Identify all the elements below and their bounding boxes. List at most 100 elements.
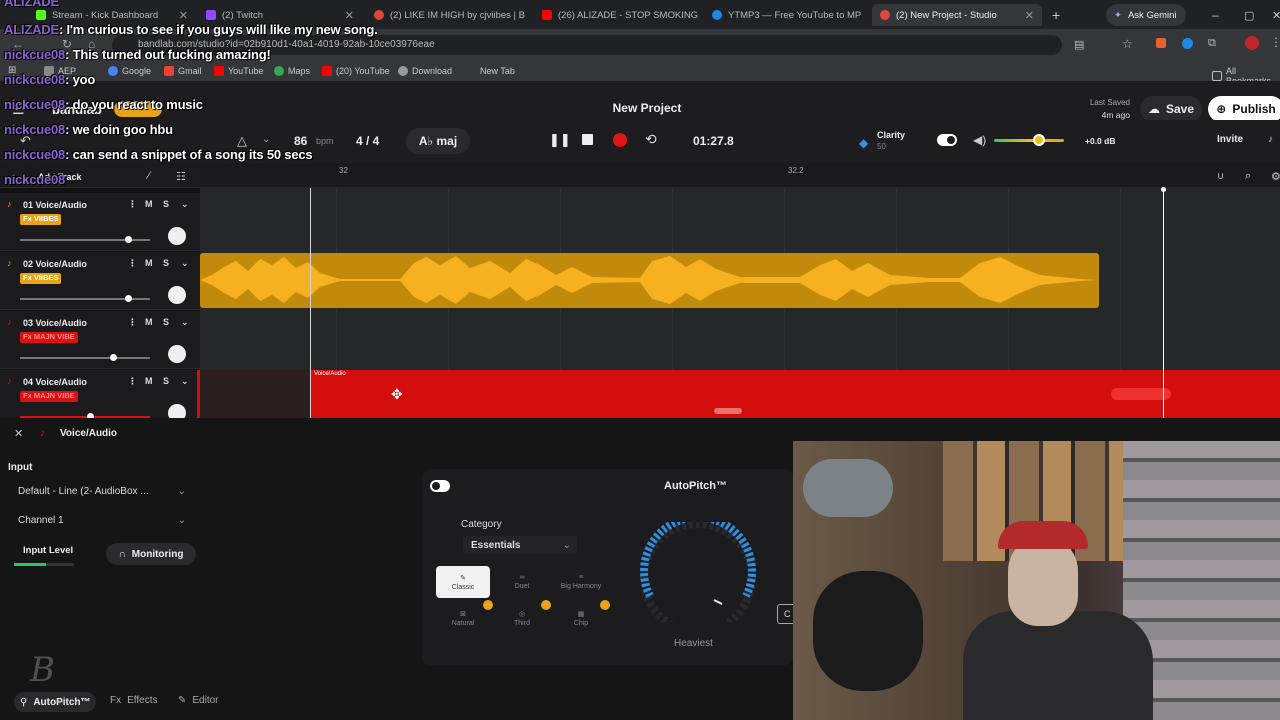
maximize-button[interactable]: ▢ [1236,4,1262,26]
close-icon[interactable]: ✕ [1025,9,1034,22]
chevron-down-icon[interactable]: ⌄ [181,317,189,328]
mute-button[interactable]: M [145,376,153,386]
autopitch-toggle[interactable] [430,480,450,492]
magnet-icon[interactable]: ∪ [1217,171,1224,182]
settings-icon[interactable]: ⚙ [1271,170,1280,183]
style-natural[interactable]: ⊠ Natural [436,602,490,634]
playhead[interactable] [310,188,311,418]
stop-button[interactable] [582,134,593,145]
channel-select[interactable]: Channel 1 ⌄ [12,511,186,529]
compare-button[interactable]: C [777,604,793,624]
pause-button[interactable]: ❚❚ [549,132,571,148]
mute-button[interactable]: M [145,199,153,209]
bookmark-maps[interactable]: Maps [274,66,310,76]
track-name[interactable]: 01 Voice/Audio [23,200,87,210]
style-big-harmony[interactable]: ≡ Big Harmony [554,566,608,598]
fx-badge[interactable]: Fx MAJN VIBE [20,332,78,343]
monitoring-button[interactable]: ∩ Monitoring [106,543,196,565]
fx-badge[interactable]: Fx MAJN VIBE [20,391,78,402]
clarity-toggle[interactable] [937,134,957,146]
timeline-ruler[interactable] [200,163,1280,188]
minimize-button[interactable]: – [1204,4,1227,26]
invite-button[interactable]: Invite [1217,134,1243,145]
volume-slider[interactable] [20,295,150,302]
extensions-puzzle-icon[interactable]: ⧉ [1208,37,1216,50]
track-header-1[interactable]: ♪ 01 Voice/Audio Fx VIIBES ⋮ M S ⌄ [0,193,200,251]
zoom-icon[interactable]: ⌕ [1245,170,1251,183]
clip-resize-handle[interactable] [714,408,742,414]
fx-badge[interactable]: Fx VIIBES [20,273,62,284]
bookmark-google[interactable]: Google [108,66,151,76]
chevron-down-icon[interactable]: ⌄ [181,258,189,269]
menu-icon[interactable]: ⋮ [1270,35,1280,49]
close-icon[interactable]: ✕ [179,9,188,22]
loop-end-marker[interactable] [1163,190,1164,418]
kebab-menu-icon[interactable]: ⋮ [128,199,137,210]
tab-effects[interactable]: Fx Effects [110,695,158,706]
tab-new-project[interactable]: (2) New Project - Studio ✕ [872,4,1042,26]
pan-knob[interactable] [168,345,186,363]
bookmark-star-icon[interactable]: ☆ [1122,37,1133,51]
category-select[interactable]: Essentials ⌄ [463,536,577,554]
reading-mode-icon[interactable]: ▤ [1074,38,1084,51]
speaker-icon[interactable]: ◀) [973,133,986,147]
tab-youtube[interactable]: (26) ALIZADE - STOP SMOKING✕ [534,4,700,26]
kebab-menu-icon[interactable]: ⋮ [128,317,137,328]
publish-button[interactable]: ⊕ Publish [1208,96,1280,122]
close-window-button[interactable]: ✕ [1264,4,1280,26]
solo-button[interactable]: S [163,317,169,327]
profile-avatar[interactable] [1245,36,1259,50]
master-volume-slider[interactable] [994,139,1064,142]
loop-button[interactable]: ⟲ [645,131,657,148]
tab-editor[interactable]: ✎ Editor [178,695,219,706]
solo-button[interactable]: S [163,258,169,268]
bookmark-new-tab[interactable]: New Tab [480,66,515,76]
amount-knob[interactable] [636,522,760,622]
tab-ytmp3[interactable]: YTMP3 — Free YouTube to MP✕ [704,4,868,26]
mute-button[interactable]: M [145,317,153,327]
input-device-select[interactable]: Default - Line (2- AudioBox ... ⌄ [12,482,186,500]
tab-autopitch[interactable]: ⚲ AutoPitch™ [14,692,96,712]
bookmark-download[interactable]: Download [398,66,452,76]
audio-clip-track-02[interactable] [200,253,1099,308]
style-duet[interactable]: ∞ Duet [495,566,549,598]
volume-slider[interactable] [20,354,150,361]
new-tab-button[interactable]: + [1044,4,1064,26]
tab-bandlab-song[interactable]: (2) LIKE IM HIGH by cjviibes | B✕ [366,4,530,26]
pan-knob[interactable] [168,227,186,245]
close-icon[interactable]: ✕ [867,9,868,22]
chevron-down-icon[interactable]: ⌄ [181,376,189,387]
ask-gemini-button[interactable]: ✦ Ask Gemini [1106,4,1186,26]
extension-icon[interactable] [1156,38,1166,48]
bookmark-gmail[interactable]: Gmail [164,66,202,76]
chevron-down-icon[interactable]: ⌄ [181,199,189,210]
bell-icon[interactable]: ♪ [1268,134,1273,145]
bookmark-youtube-20[interactable]: (20) YouTube [322,66,390,76]
save-button[interactable]: ☁ Save [1140,96,1202,122]
chevron-down-icon[interactable]: ⌄ [262,134,270,145]
close-panel-icon[interactable]: ✕ [14,427,23,440]
record-button[interactable] [613,133,627,147]
style-classic[interactable]: ✎ Classic [436,566,490,598]
track-name[interactable]: 03 Voice/Audio [23,318,87,328]
fx-badge[interactable]: Fx VIIBES [20,214,62,225]
loop-end-handle[interactable] [1161,187,1166,192]
close-icon[interactable]: ✕ [345,9,354,22]
bookmark-youtube[interactable]: YouTube [214,66,263,76]
track-header-3[interactable]: ♪ 03 Voice/Audio Fx MAJN VIBE ⋮ M S ⌄ [0,311,200,369]
track-name[interactable]: 04 Voice/Audio [23,377,87,387]
bpm-value[interactable]: 86 [294,134,307,148]
volume-slider[interactable] [20,236,150,243]
volume-thumb[interactable] [1033,134,1045,146]
track-name[interactable]: 02 Voice/Audio [23,259,87,269]
audio-clip-track-04[interactable]: Voice/Audio [311,370,1280,418]
extension-icon[interactable] [1182,38,1193,49]
wand-icon[interactable]: ⁄ [148,170,150,182]
solo-button[interactable]: S [163,376,169,386]
mute-button[interactable]: M [145,258,153,268]
kebab-menu-icon[interactable]: ⋮ [128,376,137,387]
project-title[interactable]: New Project [540,101,754,115]
key-selector[interactable]: A♭ maj [406,128,470,154]
solo-button[interactable]: S [163,199,169,209]
pan-knob[interactable] [168,286,186,304]
